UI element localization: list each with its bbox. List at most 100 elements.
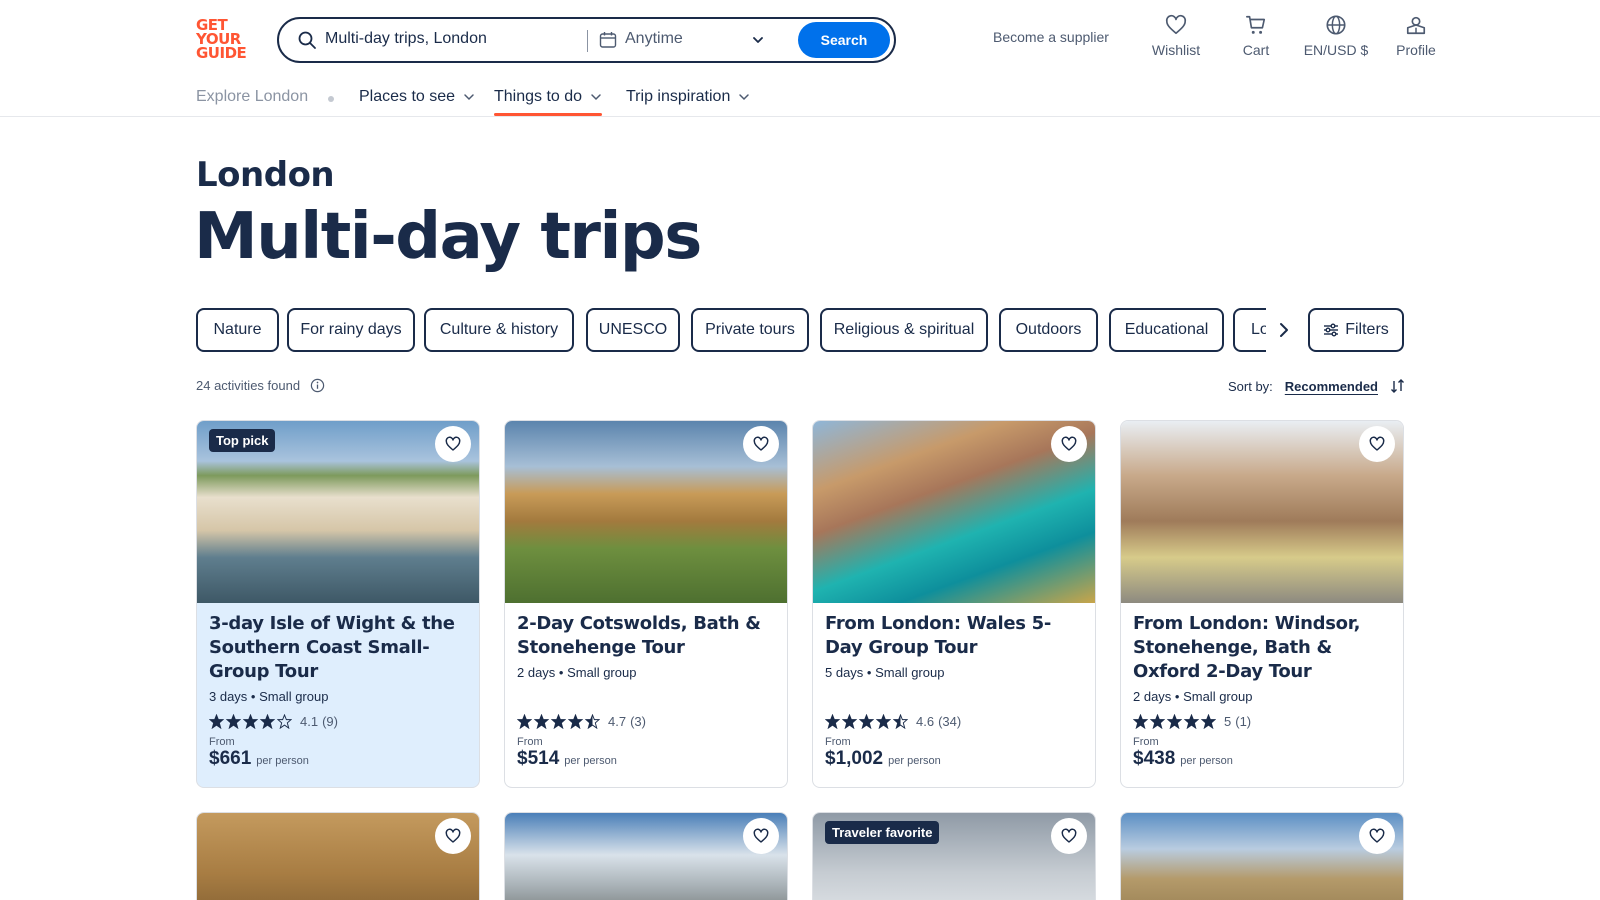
sort-icon[interactable] (1390, 378, 1406, 394)
trip-inspiration-menu[interactable]: Trip inspiration (626, 88, 750, 106)
activity-card[interactable]: From London: Wales 5-Day Group Tour 5 da… (812, 420, 1096, 788)
become-supplier-link[interactable]: Become a supplier (993, 29, 1109, 45)
rating-score: 4.6 (916, 714, 935, 729)
chevron-right-icon[interactable] (1274, 320, 1294, 340)
search-input[interactable]: Multi-day trips, London (325, 30, 487, 48)
activity-image[interactable] (1121, 421, 1403, 603)
activity-price: $514 per person (517, 748, 775, 770)
globe-icon (1326, 15, 1346, 35)
star-icon (534, 714, 549, 729)
profile-link[interactable]: Profile (1381, 14, 1451, 58)
sort-control[interactable]: Sort by: Recommended (1228, 378, 1406, 394)
star-icon (842, 714, 857, 729)
sort-value[interactable]: Recommended (1285, 379, 1378, 394)
heart-icon (1165, 14, 1187, 35)
activity-price: $438 per person (1133, 748, 1391, 770)
star-icon (551, 714, 566, 729)
chip-culture-history[interactable]: Culture & history (424, 308, 574, 352)
activity-card[interactable]: 2-Day Cotswolds, Bath & Stonehenge Tour … (504, 420, 788, 788)
chip-partial[interactable]: Lo (1233, 308, 1266, 352)
review-count: (9) (322, 714, 338, 729)
activity-card[interactable]: Top pick 3-day Isle of Wight & the South… (196, 420, 480, 788)
star-rating (209, 714, 292, 729)
wishlist-button[interactable] (1051, 818, 1087, 854)
activity-title[interactable]: From London: Windsor, Stonehenge, Bath &… (1133, 612, 1391, 684)
activity-card[interactable]: Traveler favorite (812, 812, 1096, 900)
heart-icon (1369, 436, 1385, 451)
search-bar[interactable]: Multi-day trips, London Anytime Search (277, 17, 896, 63)
activity-card[interactable] (196, 812, 480, 900)
wishlist-button[interactable] (743, 426, 779, 462)
chevron-down-icon (591, 94, 601, 101)
date-picker[interactable]: Anytime (625, 30, 683, 48)
rating-score: 4.7 (608, 714, 627, 729)
activity-title[interactable]: 3-day Isle of Wight & the Southern Coast… (209, 612, 467, 684)
places-to-see-label: Places to see (359, 88, 456, 105)
cart-link[interactable]: Cart (1221, 14, 1291, 58)
star-icon (226, 714, 241, 729)
activity-card[interactable]: From London: Windsor, Stonehenge, Bath &… (1120, 420, 1404, 788)
price-from-label: From (517, 736, 543, 748)
price-unit: per person (1180, 755, 1233, 767)
profile-icon (1406, 16, 1426, 35)
active-tab-indicator (494, 113, 602, 116)
activity-card-body: 3-day Isle of Wight & the Southern Coast… (197, 603, 479, 780)
wishlist-button[interactable] (743, 818, 779, 854)
cart-icon (1246, 15, 1266, 34)
chip-religious-spiritual[interactable]: Religious & spiritual (820, 308, 988, 352)
wishlist-button[interactable] (1051, 426, 1087, 462)
chip-unesco[interactable]: UNESCO (586, 308, 680, 352)
activity-image[interactable] (813, 421, 1095, 603)
wishlist-button[interactable] (435, 426, 471, 462)
activity-image[interactable] (197, 813, 479, 900)
rating-score: 4.1 (300, 714, 319, 729)
price-unit: per person (256, 755, 309, 767)
info-icon[interactable] (310, 378, 325, 393)
star-icon (517, 714, 532, 729)
wishlist-button[interactable] (1359, 426, 1395, 462)
chevron-down-icon (464, 94, 474, 101)
city-heading: London (196, 155, 335, 195)
star-icon (277, 714, 292, 729)
wishlist-button[interactable] (435, 818, 471, 854)
things-to-do-label: Things to do (494, 88, 583, 105)
activity-card[interactable] (1120, 812, 1404, 900)
activity-price: $661 per person (209, 748, 467, 770)
getyourguide-logo[interactable]: GET YOUR GUIDE (196, 18, 254, 62)
activity-image[interactable]: Top pick (197, 421, 479, 603)
chip-nature[interactable]: Nature (196, 308, 279, 352)
logo-line: GUIDE (196, 44, 247, 62)
activity-title[interactable]: 2-Day Cotswolds, Bath & Stonehenge Tour (517, 612, 775, 660)
wishlist-button[interactable] (1359, 818, 1395, 854)
activity-image[interactable] (505, 813, 787, 900)
rating-score: 5 (1224, 714, 1232, 729)
star-icon (568, 714, 583, 729)
activity-image[interactable] (1121, 813, 1403, 900)
star-icon (260, 714, 275, 729)
wishlist-link[interactable]: Wishlist (1141, 14, 1211, 58)
calendar-icon (599, 32, 617, 48)
chip-outdoors[interactable]: Outdoors (999, 308, 1098, 352)
filters-icon (1324, 323, 1339, 337)
activity-image[interactable]: Traveler favorite (813, 813, 1095, 900)
chevron-down-icon[interactable] (751, 33, 765, 47)
language-currency-selector[interactable]: EN/USD $ (1301, 14, 1371, 58)
chip-private-tours[interactable]: Private tours (691, 308, 809, 352)
price-amount: $438 (1133, 748, 1176, 769)
things-to-do-menu[interactable]: Things to do (494, 88, 602, 106)
activity-title[interactable]: From London: Wales 5-Day Group Tour (825, 612, 1083, 660)
activity-card[interactable] (504, 812, 788, 900)
chip-educational[interactable]: Educational (1109, 308, 1224, 352)
page-title: Multi-day trips (194, 200, 702, 274)
star-icon (825, 714, 840, 729)
places-to-see-menu[interactable]: Places to see (359, 88, 475, 106)
activity-image[interactable] (505, 421, 787, 603)
explore-london-link[interactable]: Explore London (196, 88, 308, 106)
activity-meta: 2 days • Small group (1133, 689, 1253, 704)
search-button[interactable]: Search (798, 22, 890, 58)
price-unit: per person (564, 755, 617, 767)
filters-button[interactable]: Filters (1308, 308, 1404, 352)
chip-rainy-days[interactable]: For rainy days (287, 308, 415, 352)
filters-label: Filters (1345, 321, 1389, 338)
star-icon (209, 714, 224, 729)
